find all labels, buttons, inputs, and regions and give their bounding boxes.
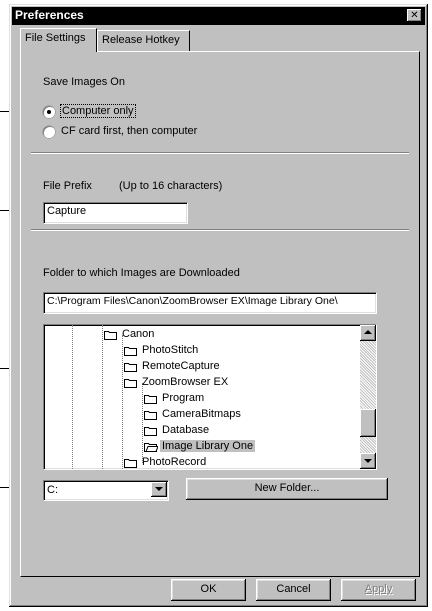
tree-label: Database <box>162 424 210 436</box>
dropdown-arrow <box>155 487 163 491</box>
separator <box>31 229 409 231</box>
tree-scrollbar[interactable] <box>360 325 376 469</box>
tab-release-hotkey[interactable]: Release Hotkey <box>97 30 190 51</box>
window-title: Preferences <box>15 8 84 22</box>
tree-label: Program <box>162 392 205 404</box>
tree-label: Canon <box>122 328 155 340</box>
scroll-thumb[interactable] <box>360 409 376 437</box>
new-folder-button[interactable]: New Folder... <box>186 478 388 500</box>
folder-icon <box>144 427 157 436</box>
folder-icon <box>144 395 157 404</box>
scroll-down-arrow <box>364 459 372 463</box>
radio-button[interactable] <box>43 106 55 118</box>
radio-selected-dot <box>47 110 51 114</box>
drive-select[interactable]: C: <box>43 480 169 501</box>
drive-value: C: <box>47 484 58 496</box>
radio-cf-card-first[interactable]: CF card first, then computer <box>43 124 293 140</box>
cancel-button[interactable]: Cancel <box>256 579 331 601</box>
tree-guide <box>72 325 73 469</box>
separator <box>31 152 409 154</box>
tree-label: PhotoStitch <box>142 344 199 356</box>
drive-dropdown-button[interactable] <box>151 482 167 497</box>
open-folder-icon <box>144 443 158 452</box>
tab-label: File Settings <box>25 32 86 44</box>
radio-button[interactable] <box>43 126 55 138</box>
close-button[interactable]: ✕ <box>407 9 422 22</box>
tab-file-settings[interactable]: File Settings <box>20 28 97 52</box>
folder-icon <box>124 459 137 468</box>
tree-guide <box>122 335 123 469</box>
folder-path-input[interactable]: C:\Program Files\Canon\ZoomBrowser EX\Im… <box>43 292 377 314</box>
ok-label: OK <box>200 583 217 595</box>
open-folder-icon <box>104 331 117 340</box>
tree-guide <box>142 383 143 463</box>
radio-label: CF card first, then computer <box>61 125 198 137</box>
file-prefix-input[interactable]: Capture <box>43 202 188 224</box>
new-folder-label: New Folder... <box>254 482 320 494</box>
scroll-up-arrow <box>364 330 372 334</box>
file-prefix-value: Capture <box>47 205 87 217</box>
tree-guide <box>102 325 103 469</box>
ok-button[interactable]: OK <box>171 579 246 601</box>
folder-tree[interactable]: Canon PhotoStitch RemoteCapture ZoomBrow… <box>43 324 377 470</box>
scroll-down-button[interactable] <box>360 453 376 469</box>
tab-panel: Save Images On Computer only CF card fir… <box>20 51 420 577</box>
cancel-label: Cancel <box>276 583 311 595</box>
tree-label: ZoomBrowser EX <box>142 376 229 388</box>
open-folder-icon <box>124 379 137 388</box>
tab-label: Release Hotkey <box>102 34 180 46</box>
scroll-up-button[interactable] <box>360 325 376 341</box>
apply-label: Apply <box>364 583 393 595</box>
radio-computer-only[interactable]: Computer only <box>43 104 243 120</box>
download-folder-label: Folder to which Images are Downloaded <box>43 267 240 279</box>
apply-button[interactable]: Apply <box>341 579 416 601</box>
tree-label: RemoteCapture <box>142 360 220 372</box>
folder-icon <box>124 363 137 372</box>
preferences-window: Preferences ✕ File Settings Release Hotk… <box>9 4 428 607</box>
folder-path-value: C:\Program Files\Canon\ZoomBrowser EX\Im… <box>47 295 338 307</box>
close-icon: ✕ <box>410 10 419 21</box>
file-prefix-hint: (Up to 16 characters) <box>119 180 223 192</box>
radio-label: Computer only <box>60 104 136 118</box>
tree-label: PhotoRecord <box>142 456 207 468</box>
tree-label: Image Library One <box>160 440 256 452</box>
title-bar[interactable]: Preferences ✕ <box>12 7 425 25</box>
file-prefix-label: File Prefix <box>43 180 92 192</box>
folder-icon <box>124 347 137 356</box>
folder-icon <box>144 411 157 420</box>
tree-label: CameraBitmaps <box>162 408 241 420</box>
save-images-heading: Save Images On <box>43 76 125 88</box>
